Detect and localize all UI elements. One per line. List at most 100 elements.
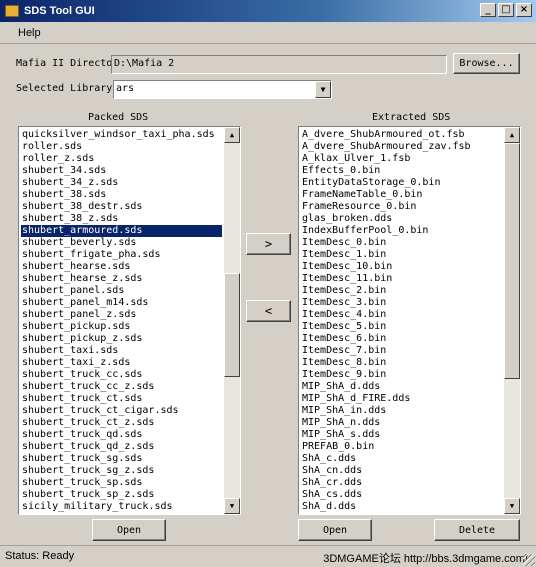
extracted-sds-item[interactable]: MIP_ShA_s.dds [301, 429, 502, 441]
extracted-sds-item[interactable]: glas_broken.dds [301, 213, 502, 225]
extracted-sds-item[interactable]: EntityDataStorage_0.bin [301, 177, 502, 189]
extracted-sds-item[interactable]: FrameResource_0.bin [301, 201, 502, 213]
extracted-sds-items: A_dvere_ShubArmoured_ot.fsb A_dvere_ShubA… [301, 129, 502, 513]
packed-sds-item[interactable]: shubert_hearse.sds [21, 261, 222, 273]
status-bar: Status: Ready 3DMGAME论坛 http://bbs.3dmga… [0, 545, 536, 567]
packed-scroll-thumb[interactable] [224, 273, 240, 377]
extracted-sds-item[interactable]: ShA_c.dds [301, 453, 502, 465]
packed-sds-item[interactable]: shubert_frigate_pha.sds [21, 249, 222, 261]
packed-sds-item[interactable]: shubert_truck_sp_z.sds [21, 489, 222, 501]
extracted-sds-item[interactable]: ShA_d.dds [301, 501, 502, 513]
packed-sds-item[interactable]: shubert_panel.sds [21, 285, 222, 297]
move-to-packed-button[interactable]: < [246, 300, 291, 322]
browse-button[interactable]: Browse... [453, 53, 520, 74]
move-to-extracted-button[interactable]: > [246, 233, 291, 255]
packed-sds-item[interactable]: shubert_truck_qd.sds [21, 429, 222, 441]
packed-sds-item[interactable]: shubert_34.sds [21, 165, 222, 177]
scroll-up-icon[interactable]: ▲ [224, 127, 240, 143]
library-select-value: ars [116, 83, 135, 94]
packed-sds-item[interactable]: shubert_pickup_z.sds [21, 333, 222, 345]
extracted-sds-item[interactable]: ShA_cn.dds [301, 465, 502, 477]
packed-sds-item[interactable]: shubert_truck_qd_z.sds [21, 441, 222, 453]
app-icon [5, 5, 19, 17]
packed-sds-item[interactable]: shubert_panel_z.sds [21, 309, 222, 321]
packed-sds-item[interactable]: shubert_taxi.sds [21, 345, 222, 357]
menu-help[interactable]: Help [18, 27, 41, 39]
extracted-sds-item[interactable]: ItemDesc_5.bin [301, 321, 502, 333]
extracted-sds-item[interactable]: MIP_ShA_in.dds [301, 405, 502, 417]
packed-sds-item[interactable]: shubert_34_z.sds [21, 177, 222, 189]
extracted-sds-item[interactable]: ItemDesc_0.bin [301, 237, 502, 249]
extracted-sds-list[interactable]: A_dvere_ShubArmoured_ot.fsb A_dvere_ShubA… [298, 126, 521, 515]
packed-sds-item[interactable]: shubert_truck_sp.sds [21, 477, 222, 489]
packed-sds-item[interactable]: shubert_truck_ct_cigar.sds [21, 405, 222, 417]
extracted-sds-item[interactable]: ItemDesc_8.bin [301, 357, 502, 369]
packed-sds-item[interactable]: shubert_pickup.sds [21, 321, 222, 333]
packed-sds-item[interactable]: shubert_beverly.sds [21, 237, 222, 249]
extracted-sds-item[interactable]: PREFAB_0.bin [301, 441, 502, 453]
packed-sds-item[interactable]: shubert_truck_ct.sds [21, 393, 222, 405]
extracted-sds-item[interactable]: ShA_cs.dds [301, 489, 502, 501]
extracted-scroll-thumb[interactable] [504, 143, 520, 379]
packed-scrollbar[interactable]: ▲ ▼ [224, 127, 240, 514]
packed-sds-item[interactable]: shubert_truck_cc_z.sds [21, 381, 222, 393]
packed-sds-item[interactable]: shubert_panel_m14.sds [21, 297, 222, 309]
extracted-sds-item[interactable]: Effects_0.bin [301, 165, 502, 177]
extracted-sds-item[interactable]: ItemDesc_1.bin [301, 249, 502, 261]
extracted-sds-title: Extracted SDS [372, 112, 451, 123]
packed-sds-item[interactable]: shubert_38_z.sds [21, 213, 222, 225]
extracted-open-button[interactable]: Open [298, 519, 372, 541]
scroll-down-icon[interactable]: ▼ [224, 498, 240, 514]
packed-sds-item[interactable]: sicily_military_truck.sds [21, 501, 222, 513]
packed-sds-list[interactable]: quicksilver_windsor_taxi_pha.sds roller.s… [18, 126, 241, 515]
packed-sds-item[interactable]: shubert_38.sds [21, 189, 222, 201]
packed-sds-item[interactable]: shubert_38_destr.sds [21, 201, 222, 213]
extracted-sds-item[interactable]: FrameNameTable_0.bin [301, 189, 502, 201]
packed-sds-item[interactable]: shubert_armoured.sds [21, 225, 222, 237]
chevron-down-icon[interactable]: ▼ [315, 81, 331, 98]
packed-sds-item[interactable]: quicksilver_windsor_taxi_pha.sds [21, 129, 222, 141]
extracted-scrollbar[interactable]: ▲ ▼ [504, 127, 520, 514]
extracted-sds-item[interactable]: A_dvere_ShubArmoured_ot.fsb [301, 129, 502, 141]
packed-sds-item[interactable]: roller.sds [21, 141, 222, 153]
scroll-down-icon[interactable]: ▼ [504, 498, 520, 514]
close-icon: × [519, 4, 529, 15]
window-controls: _ □ × [478, 3, 532, 17]
extracted-sds-item[interactable]: ItemDesc_7.bin [301, 345, 502, 357]
packed-sds-item[interactable]: shubert_hearse_z.sds [21, 273, 222, 285]
status-text: Status: Ready [5, 550, 75, 562]
extracted-sds-item[interactable]: A_dvere_ShubArmoured_zav.fsb [301, 141, 502, 153]
delete-button[interactable]: Delete [434, 519, 520, 541]
packed-sds-item[interactable]: shubert_truck_sg_z.sds [21, 465, 222, 477]
extracted-sds-item[interactable]: ItemDesc_2.bin [301, 285, 502, 297]
extracted-sds-item[interactable]: ItemDesc_4.bin [301, 309, 502, 321]
packed-sds-item[interactable]: shubert_truck_ct_z.sds [21, 417, 222, 429]
mafia-directory-label: Mafia II Directo [16, 58, 112, 69]
extracted-sds-item[interactable]: A_klax_Ulver_1.fsb [301, 153, 502, 165]
extracted-sds-item[interactable]: ItemDesc_3.bin [301, 297, 502, 309]
title-bar: SDS Tool GUI _ □ × [0, 0, 536, 22]
extracted-sds-item[interactable]: IndexBufferPool_0.bin [301, 225, 502, 237]
extracted-sds-item[interactable]: ItemDesc_10.bin [301, 261, 502, 273]
extracted-sds-item[interactable]: MIP_ShA_d_FIRE.dds [301, 393, 502, 405]
scroll-up-icon[interactable]: ▲ [504, 127, 520, 143]
library-select[interactable]: ars ▼ [113, 80, 332, 99]
resize-grip-icon[interactable] [523, 554, 535, 566]
extracted-sds-item[interactable]: ItemDesc_11.bin [301, 273, 502, 285]
packed-sds-item[interactable]: shubert_truck_cc.sds [21, 369, 222, 381]
extracted-sds-item[interactable]: MIP_ShA_d.dds [301, 381, 502, 393]
extracted-sds-item[interactable]: ItemDesc_9.bin [301, 369, 502, 381]
minimize-button[interactable]: _ [480, 3, 496, 17]
packed-sds-item[interactable]: shubert_truck_sg.sds [21, 453, 222, 465]
extracted-sds-item[interactable]: MIP_ShA_n.dds [301, 417, 502, 429]
minimize-icon: _ [485, 4, 491, 15]
packed-sds-item[interactable]: shubert_taxi_z.sds [21, 357, 222, 369]
packed-sds-item[interactable]: roller_z.sds [21, 153, 222, 165]
close-button[interactable]: × [516, 3, 532, 17]
extracted-sds-item[interactable]: ItemDesc_6.bin [301, 333, 502, 345]
packed-open-button[interactable]: Open [92, 519, 166, 541]
selected-library-label: Selected Library [16, 83, 113, 94]
mafia-directory-field[interactable]: D:\Mafia 2 [111, 55, 447, 74]
maximize-button[interactable]: □ [498, 3, 514, 17]
extracted-sds-item[interactable]: ShA_cr.dds [301, 477, 502, 489]
